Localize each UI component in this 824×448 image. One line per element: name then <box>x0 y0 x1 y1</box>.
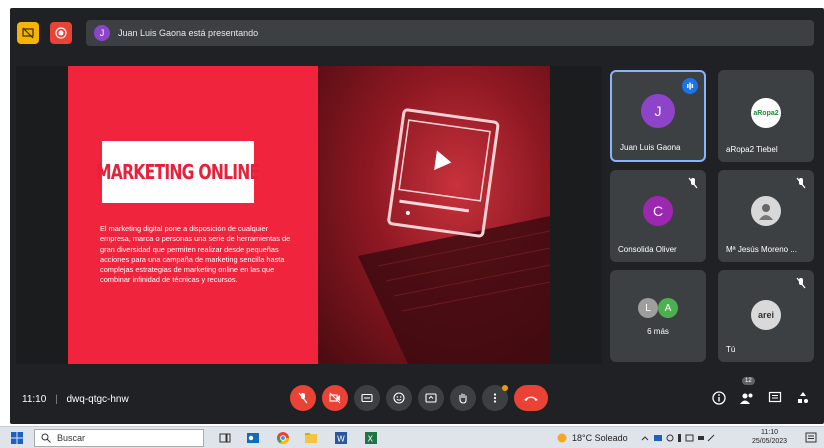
slide-left-panel <box>68 66 318 364</box>
slide-title: MARKETING ONLINE <box>96 160 260 184</box>
participant-tile-self[interactable]: arei Tú <box>718 270 814 362</box>
captions-icon <box>361 393 373 403</box>
chat-button[interactable] <box>766 389 784 407</box>
presenting-text: Juan Luis Gaona está presentando <box>118 28 259 38</box>
raise-hand-button[interactable] <box>450 385 476 411</box>
task-view-icon[interactable] <box>218 431 232 445</box>
present-now-button[interactable] <box>418 385 444 411</box>
mic-toggle-button[interactable] <box>290 385 316 411</box>
leave-call-button[interactable] <box>514 385 548 411</box>
participant-tile-aropa2[interactable]: aRopa2 aRopa2 Tiebel <box>718 70 814 162</box>
people-icon <box>740 393 753 404</box>
clock-date: 25/05/2023 <box>752 438 788 445</box>
participant-avatar-l: L <box>638 298 658 318</box>
meeting-time-code: 11:10 | dwq-qtgc-hnw <box>22 394 129 405</box>
taskbar-clock[interactable]: 11:10 25/05/2023 <box>752 428 787 446</box>
mic-off-icon <box>688 177 698 189</box>
participant-tile-juan[interactable]: J Juan Luis Gaona <box>610 70 706 162</box>
word-icon[interactable]: W <box>334 431 348 445</box>
self-avatar: arei <box>751 300 781 330</box>
meeting-code: dwq-qtgc-hnw <box>66 394 129 405</box>
notification-dot <box>502 385 508 391</box>
participant-avatar: J <box>641 94 675 128</box>
search-placeholder: Buscar <box>57 433 86 443</box>
participant-name: aRopa2 Tiebel <box>726 145 778 154</box>
participant-name: Consolida Oliver <box>618 245 677 254</box>
participant-tile-consolida[interactable]: C Consolida Oliver <box>610 170 706 262</box>
slide-laptop-image <box>318 66 550 364</box>
participant-name: Mª Jesús Moreno ... <box>726 245 797 254</box>
self-name: Tú <box>726 345 736 354</box>
svg-text:W: W <box>337 435 345 444</box>
more-vert-icon <box>493 393 497 403</box>
meet-window: J Juan Luis Gaona está presentando MARKE… <box>10 8 824 424</box>
info-icon <box>712 391 726 405</box>
weather-widget[interactable]: 18°C Soleado <box>556 432 628 444</box>
notifications-icon[interactable] <box>804 431 818 445</box>
presenter-avatar: J <box>94 25 110 41</box>
present-screen-icon <box>425 393 437 403</box>
file-explorer-icon[interactable] <box>304 431 318 445</box>
presentation-stage: MARKETING ONLINE El marketing digital po… <box>16 66 602 364</box>
speaking-indicator-icon <box>682 78 698 94</box>
more-options-button[interactable] <box>482 385 508 411</box>
clock-time: 11:10 <box>761 429 779 436</box>
hand-icon <box>459 393 467 404</box>
windows-taskbar: Buscar W X 18°C Soleado 11:10 25/05/2023 <box>0 426 824 448</box>
system-tray-icons[interactable] <box>640 431 720 445</box>
svg-text:X: X <box>368 435 374 444</box>
participant-logo-avatar: aRopa2 <box>751 98 781 128</box>
activities-icon <box>798 392 808 403</box>
mic-off-icon <box>298 392 308 404</box>
chrome-icon[interactable] <box>276 431 290 445</box>
participant-tile-more[interactable]: L A 6 más <box>610 270 706 362</box>
emoji-icon <box>393 392 405 404</box>
presenting-banner: J Juan Luis Gaona está presentando <box>86 20 814 46</box>
meeting-details-button[interactable] <box>710 389 728 407</box>
more-participants-label: 6 más <box>647 327 669 336</box>
meeting-time: 11:10 <box>22 394 47 405</box>
record-icon[interactable] <box>50 22 72 44</box>
mic-off-icon <box>796 277 806 289</box>
weather-text: 18°C Soleado <box>572 433 628 443</box>
outlook-icon[interactable] <box>246 431 260 445</box>
hang-up-icon <box>524 396 538 401</box>
participant-tile-mjesus[interactable]: Mª Jesús Moreno ... <box>718 170 814 262</box>
chat-icon <box>768 391 782 403</box>
mic-off-icon <box>796 177 806 189</box>
taskbar-search[interactable]: Buscar <box>34 429 204 447</box>
excel-icon[interactable]: X <box>364 431 378 445</box>
reactions-button[interactable] <box>386 385 412 411</box>
presentation-off-icon[interactable] <box>17 22 39 44</box>
participant-photo-avatar <box>751 196 781 226</box>
people-button[interactable]: 12 <box>738 377 756 407</box>
camera-off-icon <box>329 392 341 404</box>
slide-body-text: El marketing digital pone a disposición … <box>100 224 291 285</box>
camera-toggle-button[interactable] <box>322 385 348 411</box>
participant-name: Juan Luis Gaona <box>620 143 681 152</box>
slide-title-box: MARKETING ONLINE <box>96 141 260 203</box>
participant-count-badge: 12 <box>742 377 755 385</box>
sun-icon <box>557 433 567 443</box>
windows-start-icon[interactable] <box>10 431 24 445</box>
shared-slide: MARKETING ONLINE El marketing digital po… <box>68 66 550 364</box>
search-icon <box>41 433 51 443</box>
participant-avatar-a: A <box>658 298 678 318</box>
captions-button[interactable] <box>354 385 380 411</box>
activities-button[interactable] <box>794 389 812 407</box>
participant-avatar: C <box>643 196 673 226</box>
